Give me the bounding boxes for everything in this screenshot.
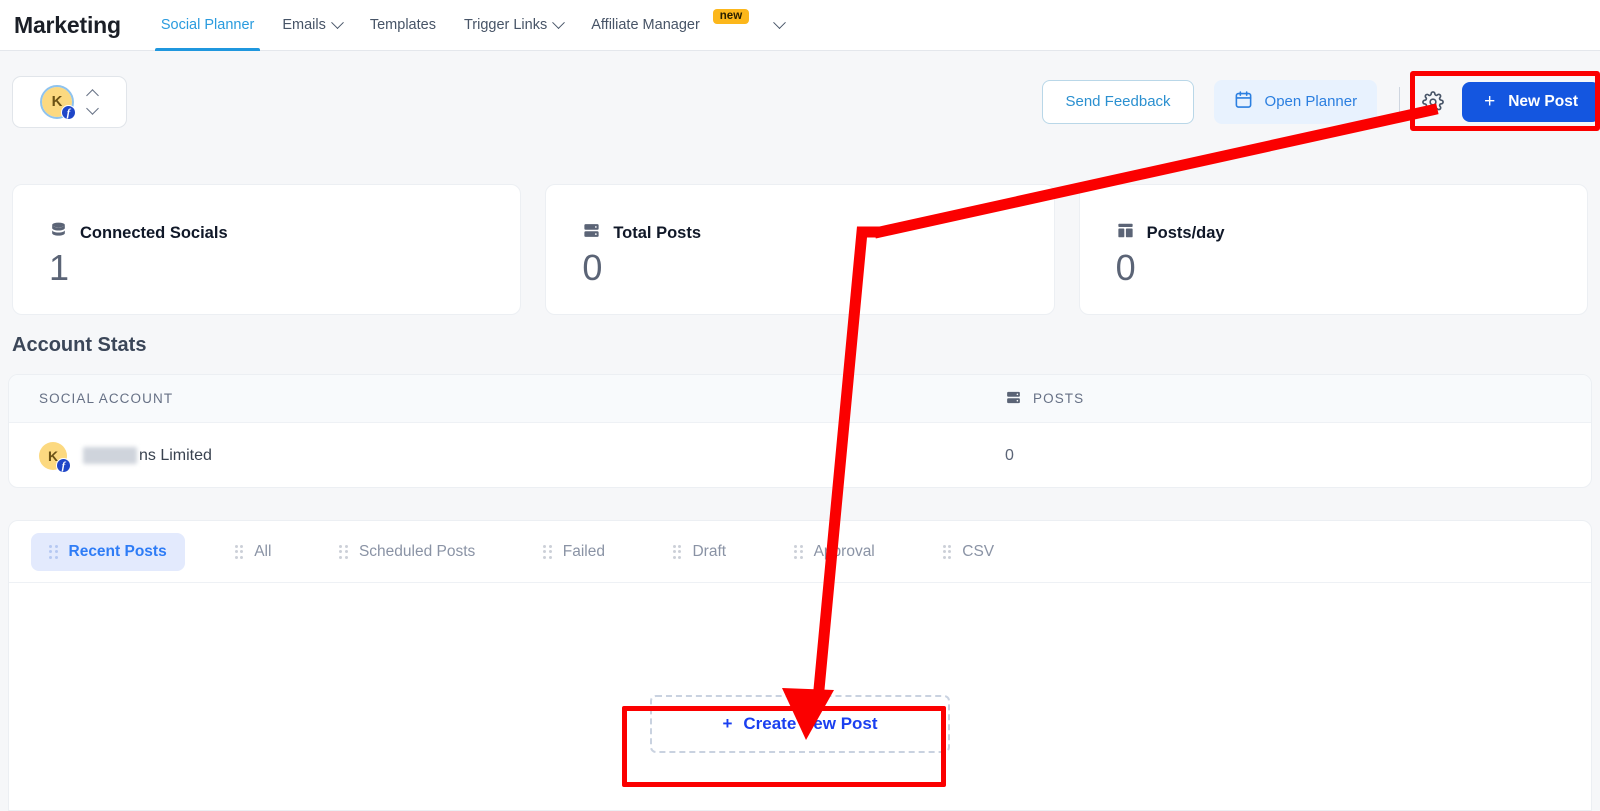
cell-social-account: K f ns Limited	[9, 441, 212, 473]
table-row[interactable]: K f ns Limited 0	[9, 423, 1591, 487]
stat-label-posts-per-day: Posts/day	[1146, 223, 1225, 242]
cell-posts-count: 0	[1005, 446, 1014, 464]
open-planner-label: Open Planner	[1264, 93, 1358, 110]
facebook-badge-icon: f	[56, 457, 71, 473]
chevron-updown-icon	[86, 88, 99, 115]
drag-handle-icon[interactable]	[942, 544, 952, 559]
account-stats-table: SOCIAL ACCOUNT POSTS K f ns Limited 0	[8, 374, 1592, 488]
tab-label-csv: CSV	[962, 542, 995, 560]
social-planner-page: Marketing Social Planner Emails Template…	[0, 0, 1600, 811]
plus-icon: +	[1484, 91, 1496, 112]
column-header-social-account: SOCIAL ACCOUNT	[39, 391, 174, 406]
drag-handle-icon[interactable]	[234, 544, 244, 559]
nav-item-templates[interactable]: Templates	[356, 0, 450, 51]
stat-value-posts-per-day: 0	[1115, 247, 1136, 288]
calendar-icon	[1234, 90, 1253, 113]
account-selector[interactable]: K f	[12, 75, 127, 128]
drag-handle-icon[interactable]	[794, 544, 803, 559]
nav-item-emails[interactable]: Emails	[268, 0, 356, 51]
chevron-down-icon	[330, 15, 344, 29]
chevron-down-icon	[552, 15, 566, 29]
tab-approval[interactable]: Approval	[776, 533, 893, 571]
account-name-suffix: ns Limited	[139, 446, 212, 464]
tab-label-all: All	[254, 542, 272, 560]
gear-icon[interactable]	[1422, 90, 1445, 113]
stat-value-total-posts: 0	[582, 247, 603, 288]
database-icon	[49, 221, 68, 245]
nav-item-affiliate-manager[interactable]: Affiliate Manager new	[577, 0, 763, 51]
new-post-label: New Post	[1508, 92, 1578, 110]
toolbar-actions: Send Feedback Open Planner + New Post	[1042, 79, 1600, 124]
stat-card-total-posts: Total Posts 0	[545, 184, 1055, 315]
stat-label-total-posts: Total Posts	[613, 223, 702, 242]
tab-all[interactable]: All	[217, 533, 290, 571]
tab-scheduled-posts[interactable]: Scheduled Posts	[321, 533, 493, 571]
stat-card-connected-socials: Connected Socials 1	[12, 184, 522, 315]
posts-tabs: Recent Posts All Scheduled Posts Failed	[9, 521, 1591, 583]
account-name: ns Limited	[83, 447, 212, 465]
tab-label-recent-posts: Recent Posts	[68, 542, 167, 560]
tab-label-failed: Failed	[562, 542, 605, 560]
posts-empty-state: + Create New Post	[9, 695, 1591, 753]
tab-label-scheduled-posts: Scheduled Posts	[358, 542, 476, 560]
app-title: Marketing	[14, 11, 121, 38]
page-title: Account Stats	[12, 334, 147, 356]
create-new-post-label: Create New Post	[743, 714, 878, 733]
avatar: K f	[39, 441, 71, 473]
stat-value-connected-socials: 1	[49, 247, 70, 288]
drag-handle-icon[interactable]	[543, 544, 552, 559]
dashboard-icon	[1116, 221, 1135, 245]
tab-recent-posts[interactable]: Recent Posts	[31, 532, 185, 571]
redacted-name-block	[83, 447, 137, 464]
nav-label-trigger-links: Trigger Links	[463, 17, 548, 33]
chevron-down-icon	[773, 15, 787, 29]
page-toolbar: K f Send Feedback Open Planner + New Pos…	[0, 51, 1600, 152]
tab-label-approval: Approval	[813, 542, 875, 560]
tab-failed[interactable]: Failed	[525, 533, 623, 571]
nav-label-templates: Templates	[369, 17, 436, 33]
nav-label-emails: Emails	[282, 17, 326, 33]
avatar: K f	[40, 84, 76, 120]
table-header-row: SOCIAL ACCOUNT POSTS	[9, 375, 1591, 423]
new-post-button[interactable]: + New Post	[1462, 81, 1600, 122]
tab-label-draft: Draft	[692, 542, 727, 560]
plus-icon: +	[722, 714, 733, 733]
posts-panel: Recent Posts All Scheduled Posts Failed	[8, 520, 1592, 811]
server-icon	[582, 221, 601, 245]
column-header-posts-label: POSTS	[1033, 391, 1085, 406]
toolbar-divider	[1399, 86, 1401, 117]
top-navbar: Marketing Social Planner Emails Template…	[0, 0, 1600, 51]
nav-item-social-planner[interactable]: Social Planner	[147, 0, 269, 51]
stat-cards-row: Connected Socials 1 Total Posts 0 Posts/…	[0, 184, 1600, 315]
tab-csv[interactable]: CSV	[925, 533, 1012, 571]
new-badge: new	[712, 8, 750, 24]
open-planner-button[interactable]: Open Planner	[1213, 79, 1378, 124]
facebook-badge-icon: f	[61, 104, 76, 120]
drag-handle-icon[interactable]	[49, 544, 58, 559]
drag-handle-icon[interactable]	[339, 544, 348, 559]
nav-items: Social Planner Emails Templates Trigger …	[147, 0, 796, 51]
drag-handle-icon[interactable]	[672, 544, 682, 559]
tab-draft[interactable]: Draft	[655, 533, 744, 571]
send-feedback-button[interactable]: Send Feedback	[1042, 79, 1194, 124]
create-new-post-button[interactable]: + Create New Post	[650, 695, 950, 753]
nav-label-social-planner: Social Planner	[160, 17, 255, 33]
nav-item-trigger-links[interactable]: Trigger Links	[450, 0, 577, 51]
stat-card-posts-per-day: Posts/day 0	[1078, 184, 1588, 315]
server-icon	[1005, 389, 1022, 409]
column-header-posts: POSTS	[1005, 389, 1591, 409]
nav-label-affiliate-manager: Affiliate Manager	[591, 17, 700, 33]
stat-label-connected-socials: Connected Socials	[80, 223, 228, 242]
nav-overflow-toggle[interactable]	[763, 0, 796, 51]
